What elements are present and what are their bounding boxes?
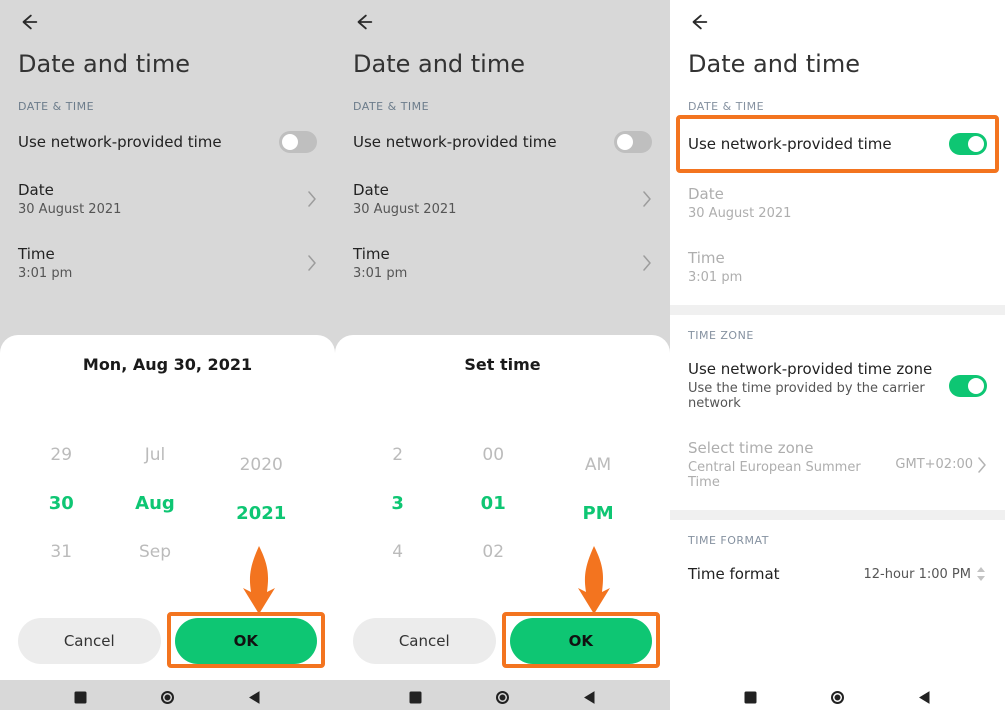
- date-value: 30 August 2021: [353, 202, 642, 217]
- network-zone-toggle[interactable]: [949, 375, 987, 397]
- section-date-time: DATE & TIME: [335, 92, 670, 117]
- picker-month-col[interactable]: Jul Aug Sep: [135, 445, 175, 562]
- nav-home-icon[interactable]: [161, 689, 174, 702]
- section-time-format: TIME FORMAT: [670, 526, 1005, 551]
- network-time-label: Use network-provided time: [18, 133, 279, 151]
- time-row[interactable]: Time 3:01 pm: [0, 231, 335, 295]
- date-value: 30 August 2021: [18, 202, 307, 217]
- chevron-icon: [307, 190, 317, 208]
- network-time-label: Use network-provided time: [688, 135, 949, 153]
- network-zone-row[interactable]: Use network-provided time zone Use the t…: [670, 346, 1005, 425]
- picker-minute-col[interactable]: 00 01 02: [481, 445, 506, 562]
- date-row: Date 30 August 2021: [670, 171, 1005, 235]
- back-button[interactable]: [18, 11, 40, 33]
- network-time-toggle[interactable]: [279, 131, 317, 153]
- nav-recent-icon[interactable]: [744, 689, 757, 702]
- date-label: Date: [353, 181, 642, 199]
- network-time-row[interactable]: Use network-provided time: [0, 117, 335, 167]
- nav-back-icon[interactable]: [918, 689, 931, 702]
- time-picker[interactable]: 2 3 4 00 01 02 AM PM: [353, 400, 652, 606]
- panel-time-picker: Date and time DATE & TIME Use network-pr…: [335, 0, 670, 710]
- date-picker-sheet: Mon, Aug 30, 2021 29 30 31 Jul Aug Sep 2…: [0, 335, 335, 680]
- picker-year-col[interactable]: 2020 2021: [236, 455, 286, 552]
- nav-back-icon[interactable]: [248, 689, 261, 702]
- page-title: Date and time: [353, 50, 652, 78]
- date-row[interactable]: Date 30 August 2021: [335, 167, 670, 231]
- panel-toggle-on: Date and time DATE & TIME Use network-pr…: [670, 0, 1005, 710]
- page-title: Date and time: [688, 50, 987, 78]
- nav-bar: [0, 680, 335, 710]
- date-label: Date: [18, 181, 307, 199]
- date-value: 30 August 2021: [688, 206, 987, 221]
- date-picker[interactable]: 29 30 31 Jul Aug Sep 2020 2021: [18, 400, 317, 606]
- ok-button[interactable]: OK: [510, 618, 653, 664]
- time-row[interactable]: Time 3:01 pm: [335, 231, 670, 295]
- select-zone-label: Select time zone: [688, 439, 895, 457]
- back-button[interactable]: [353, 11, 375, 33]
- picker-ampm-col[interactable]: AM PM: [583, 455, 614, 552]
- time-row: Time 3:01 pm: [670, 235, 1005, 299]
- network-time-toggle[interactable]: [949, 133, 987, 155]
- select-zone-sub: Central European Summer Time: [688, 460, 895, 490]
- network-time-row[interactable]: Use network-provided time: [670, 117, 1005, 171]
- time-format-label: Time format: [688, 565, 863, 583]
- nav-home-icon[interactable]: [831, 689, 844, 702]
- page-title: Date and time: [18, 50, 317, 78]
- time-format-value: 12-hour 1:00 PM: [863, 567, 971, 582]
- sheet-title: Mon, Aug 30, 2021: [18, 355, 317, 374]
- time-label: Time: [18, 245, 307, 263]
- section-time-zone: TIME ZONE: [670, 321, 1005, 346]
- time-format-row[interactable]: Time format 12-hour 1:00 PM: [670, 551, 1005, 597]
- back-button[interactable]: [688, 11, 710, 33]
- nav-back-icon[interactable]: [583, 689, 596, 702]
- select-zone-value: GMT+02:00: [895, 457, 973, 472]
- time-value: 3:01 pm: [18, 266, 307, 281]
- date-row[interactable]: Date 30 August 2021: [0, 167, 335, 231]
- nav-bar: [670, 680, 1005, 710]
- chevron-icon: [307, 254, 317, 272]
- network-zone-label: Use network-provided time zone: [688, 360, 949, 378]
- nav-recent-icon[interactable]: [74, 689, 87, 702]
- time-label: Time: [688, 249, 987, 267]
- network-time-toggle[interactable]: [614, 131, 652, 153]
- panel-date-picker: Date and time DATE & TIME Use network-pr…: [0, 0, 335, 710]
- time-value: 3:01 pm: [353, 266, 642, 281]
- section-date-time: DATE & TIME: [670, 92, 1005, 117]
- chevron-icon: [977, 456, 987, 474]
- chevron-icon: [642, 190, 652, 208]
- network-time-label: Use network-provided time: [353, 133, 614, 151]
- time-picker-sheet: Set time 2 3 4 00 01 02 AM PM Cancel OK: [335, 335, 670, 680]
- network-zone-sub: Use the time provided by the carrier net…: [688, 381, 949, 411]
- picker-day-col[interactable]: 29 30 31: [49, 445, 74, 562]
- time-label: Time: [353, 245, 642, 263]
- nav-bar: [335, 680, 670, 710]
- time-value: 3:01 pm: [688, 270, 987, 285]
- nav-home-icon[interactable]: [496, 689, 509, 702]
- network-time-row[interactable]: Use network-provided time: [335, 117, 670, 167]
- cancel-button[interactable]: Cancel: [18, 618, 161, 664]
- ok-button[interactable]: OK: [175, 618, 318, 664]
- updown-icon: [975, 566, 987, 582]
- date-label: Date: [688, 185, 987, 203]
- picker-hour-col[interactable]: 2 3 4: [391, 445, 404, 562]
- sheet-title: Set time: [353, 355, 652, 374]
- cancel-button[interactable]: Cancel: [353, 618, 496, 664]
- section-date-time: DATE & TIME: [0, 92, 335, 117]
- select-zone-row: Select time zone Central European Summer…: [670, 425, 1005, 504]
- chevron-icon: [642, 254, 652, 272]
- divider: [670, 305, 1005, 315]
- nav-recent-icon[interactable]: [409, 689, 422, 702]
- divider: [670, 510, 1005, 520]
